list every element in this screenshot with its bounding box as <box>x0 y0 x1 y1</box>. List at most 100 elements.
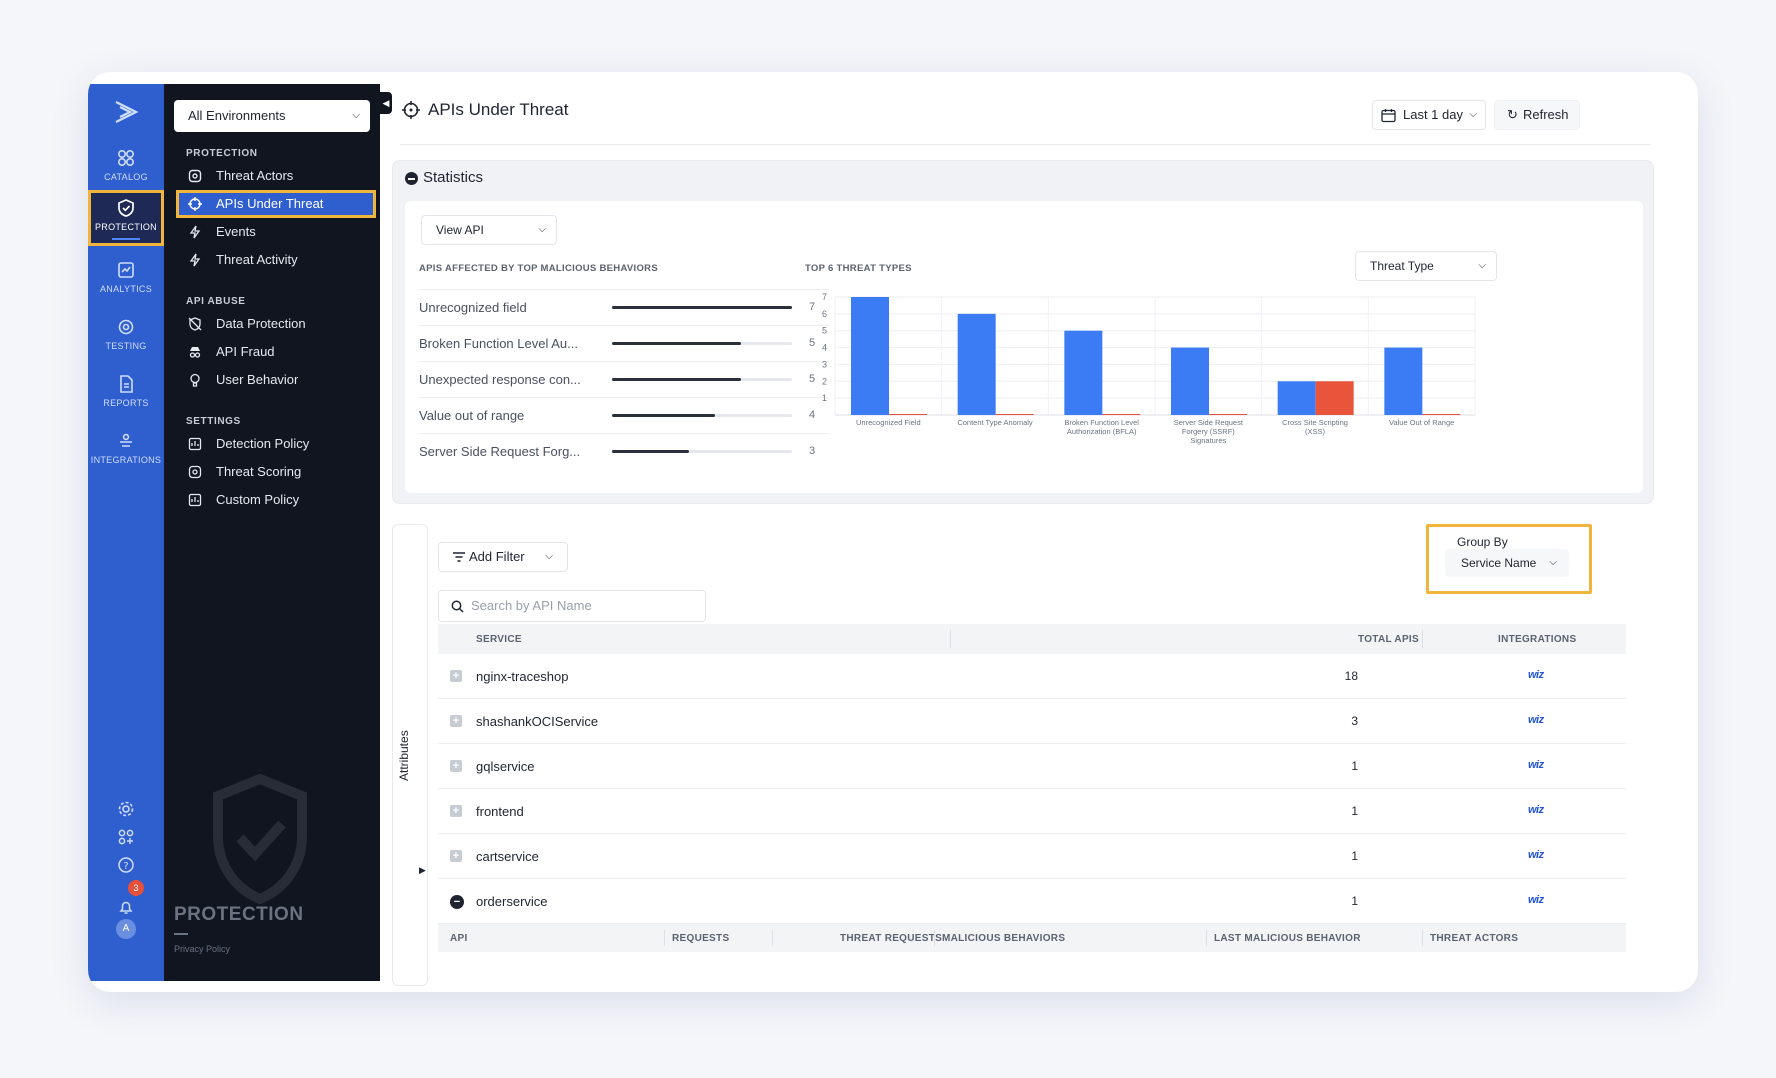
expand-row-icon[interactable]: + <box>450 670 462 682</box>
apps-icon[interactable] <box>117 828 135 846</box>
bar[interactable] <box>1315 381 1354 415</box>
nav-item-threat-actors[interactable]: Threat Actors <box>176 162 376 190</box>
service-name[interactable]: cartservice <box>476 849 539 864</box>
environment-select[interactable]: All Environments ⌵ <box>174 100 370 132</box>
nav-item-apis-under-threat[interactable]: APIs Under Threat <box>176 190 376 218</box>
spy-icon <box>189 347 201 358</box>
column-api[interactable]: API <box>450 933 468 944</box>
column-last-malicious-behavior[interactable]: LAST MALICIOUS BEHAVIOR <box>1214 933 1361 944</box>
expand-row-icon[interactable]: + <box>450 805 462 817</box>
group-by-select[interactable]: Service Name ⌵ <box>1445 549 1569 577</box>
search-input[interactable]: Search by API Name <box>438 590 706 622</box>
bar[interactable] <box>1277 381 1316 415</box>
service-name[interactable]: frontend <box>476 804 524 819</box>
behavior-name: Unexpected response con... <box>419 372 581 387</box>
nav-item-label: User Behavior <box>216 372 299 387</box>
behavior-row[interactable]: Unrecognized field 7 <box>419 289 829 325</box>
table-row[interactable]: + cartservice 1 wiz <box>438 834 1626 879</box>
nav-item-threat-activity[interactable]: Threat Activity <box>176 246 376 274</box>
collapse-row-icon[interactable]: − <box>450 895 464 909</box>
service-name[interactable]: orderservice <box>476 894 548 909</box>
refresh-button[interactable]: ↻ Refresh <box>1494 100 1580 130</box>
table-row[interactable]: + gqlservice 1 wiz <box>438 744 1626 789</box>
column-threat-actors[interactable]: THREAT ACTORS <box>1430 933 1518 944</box>
rail-label: REPORTS <box>103 398 149 408</box>
column-total-apis[interactable]: TOTAL APIS <box>1358 634 1419 645</box>
rail-label: INTEGRATIONS <box>90 455 162 465</box>
column-requests[interactable]: REQUESTS <box>672 933 729 944</box>
bar[interactable] <box>1209 414 1247 415</box>
view-api-select[interactable]: View API ⌵ <box>421 215 557 245</box>
y-tick-label: 3 <box>822 359 827 369</box>
expand-row-icon[interactable]: + <box>450 760 462 772</box>
wiz-integration-icon[interactable]: wiz <box>1528 894 1544 906</box>
behavior-row[interactable]: Server Side Request Forg... 3 <box>419 433 829 469</box>
bar[interactable] <box>1384 347 1423 415</box>
behavior-row[interactable]: Broken Function Level Au... 5 <box>419 325 829 361</box>
secondary-nav: All Environments ⌵ PROTECTION Threat Act… <box>164 84 380 981</box>
rail-item-reports[interactable]: REPORTS <box>88 366 164 422</box>
bar[interactable] <box>889 414 927 415</box>
wiz-integration-icon[interactable]: wiz <box>1528 669 1544 681</box>
expand-row-icon[interactable]: + <box>450 715 462 727</box>
bar[interactable] <box>995 414 1034 415</box>
nav-item-detection-policy[interactable]: Detection Policy <box>176 430 376 458</box>
table-row[interactable]: + nginx-traceshop 18 wiz <box>438 654 1626 699</box>
nav-item-events[interactable]: Events <box>176 218 376 246</box>
bar[interactable] <box>1102 414 1141 415</box>
behavior-bar-fill <box>612 378 741 381</box>
behavior-row[interactable]: Value out of range 4 <box>419 397 829 433</box>
wiz-integration-icon[interactable]: wiz <box>1528 714 1544 726</box>
behavior-row[interactable]: Unexpected response con... 5 <box>419 361 829 397</box>
nav-item-data-protection[interactable]: Data Protection <box>176 310 376 338</box>
collapse-statistics-icon[interactable] <box>405 172 418 185</box>
chevron-down-icon: ⌵ <box>538 224 546 235</box>
wiz-integration-icon[interactable]: wiz <box>1528 759 1544 771</box>
rail-item-catalog[interactable]: CATALOG <box>88 140 164 196</box>
group-by-control: Group By Service Name ⌵ <box>1426 524 1592 594</box>
y-tick-label: 6 <box>822 309 827 319</box>
wiz-integration-icon[interactable]: wiz <box>1528 849 1544 861</box>
bar[interactable] <box>1064 330 1103 415</box>
service-name[interactable]: shashankOCIService <box>476 714 598 729</box>
bar[interactable] <box>957 313 996 415</box>
avatar[interactable]: A <box>116 919 136 939</box>
attributes-panel-toggle[interactable]: Attributes ▶ <box>392 524 428 986</box>
wiz-integration-icon[interactable]: wiz <box>1528 804 1544 816</box>
table-row[interactable]: + frontend 1 wiz <box>438 789 1626 834</box>
settings-gear-icon[interactable] <box>117 800 135 818</box>
rail-item-protection[interactable]: PROTECTION <box>88 190 164 246</box>
column-threat-requests[interactable]: THREAT REQUESTS <box>840 933 942 944</box>
expand-row-icon[interactable]: + <box>450 850 462 862</box>
chevron-down-icon: ⌵ <box>1469 109 1477 120</box>
service-name[interactable]: nginx-traceshop <box>476 669 569 684</box>
rail-item-analytics[interactable]: ANALYTICS <box>88 252 164 308</box>
service-name[interactable]: gqlservice <box>476 759 535 774</box>
column-malicious-behaviors[interactable]: MALICIOUS BEHAVIORS <box>942 933 1065 944</box>
table-row[interactable]: + shashankOCIService 3 wiz <box>438 699 1626 744</box>
bar[interactable] <box>1171 347 1209 415</box>
nav-item-label: APIs Under Threat <box>216 196 324 211</box>
rail-item-integrations[interactable]: INTEGRATIONS <box>88 423 164 479</box>
table-row[interactable]: − orderservice 1 wiz <box>438 879 1626 924</box>
column-service[interactable]: SERVICE <box>476 634 522 645</box>
active-indicator <box>112 238 140 240</box>
help-icon[interactable]: ? <box>117 856 135 874</box>
nav-item-custom-policy[interactable]: Custom Policy <box>176 486 376 514</box>
add-filter-button[interactable]: Add Filter ⌵ <box>438 542 568 572</box>
app-logo-icon[interactable] <box>112 98 140 126</box>
nav-item-user-behavior[interactable]: User Behavior <box>176 366 376 394</box>
nav-item-threat-scoring[interactable]: Threat Scoring <box>176 458 376 486</box>
bar[interactable] <box>851 297 889 415</box>
rail-item-testing[interactable]: TESTING <box>88 309 164 365</box>
nav-item-api-fraud[interactable]: API Fraud <box>176 338 376 366</box>
total-apis: 3 <box>1351 714 1358 728</box>
time-range-select[interactable]: Last 1 day ⌵ <box>1372 100 1486 130</box>
threat-type-select[interactable]: Threat Type ⌵ <box>1355 251 1497 281</box>
bar[interactable] <box>1422 414 1461 415</box>
threat-types-chart: 1 2 3 4 5 6 7 Unrecognized Field Content Type An… <box>822 292 1476 445</box>
bell-icon[interactable] <box>117 898 135 916</box>
column-integrations[interactable]: INTEGRATIONS <box>1498 634 1576 645</box>
privacy-policy-link[interactable]: Privacy Policy <box>174 944 230 954</box>
expand-arrow-icon[interactable]: ▶ <box>419 865 426 876</box>
